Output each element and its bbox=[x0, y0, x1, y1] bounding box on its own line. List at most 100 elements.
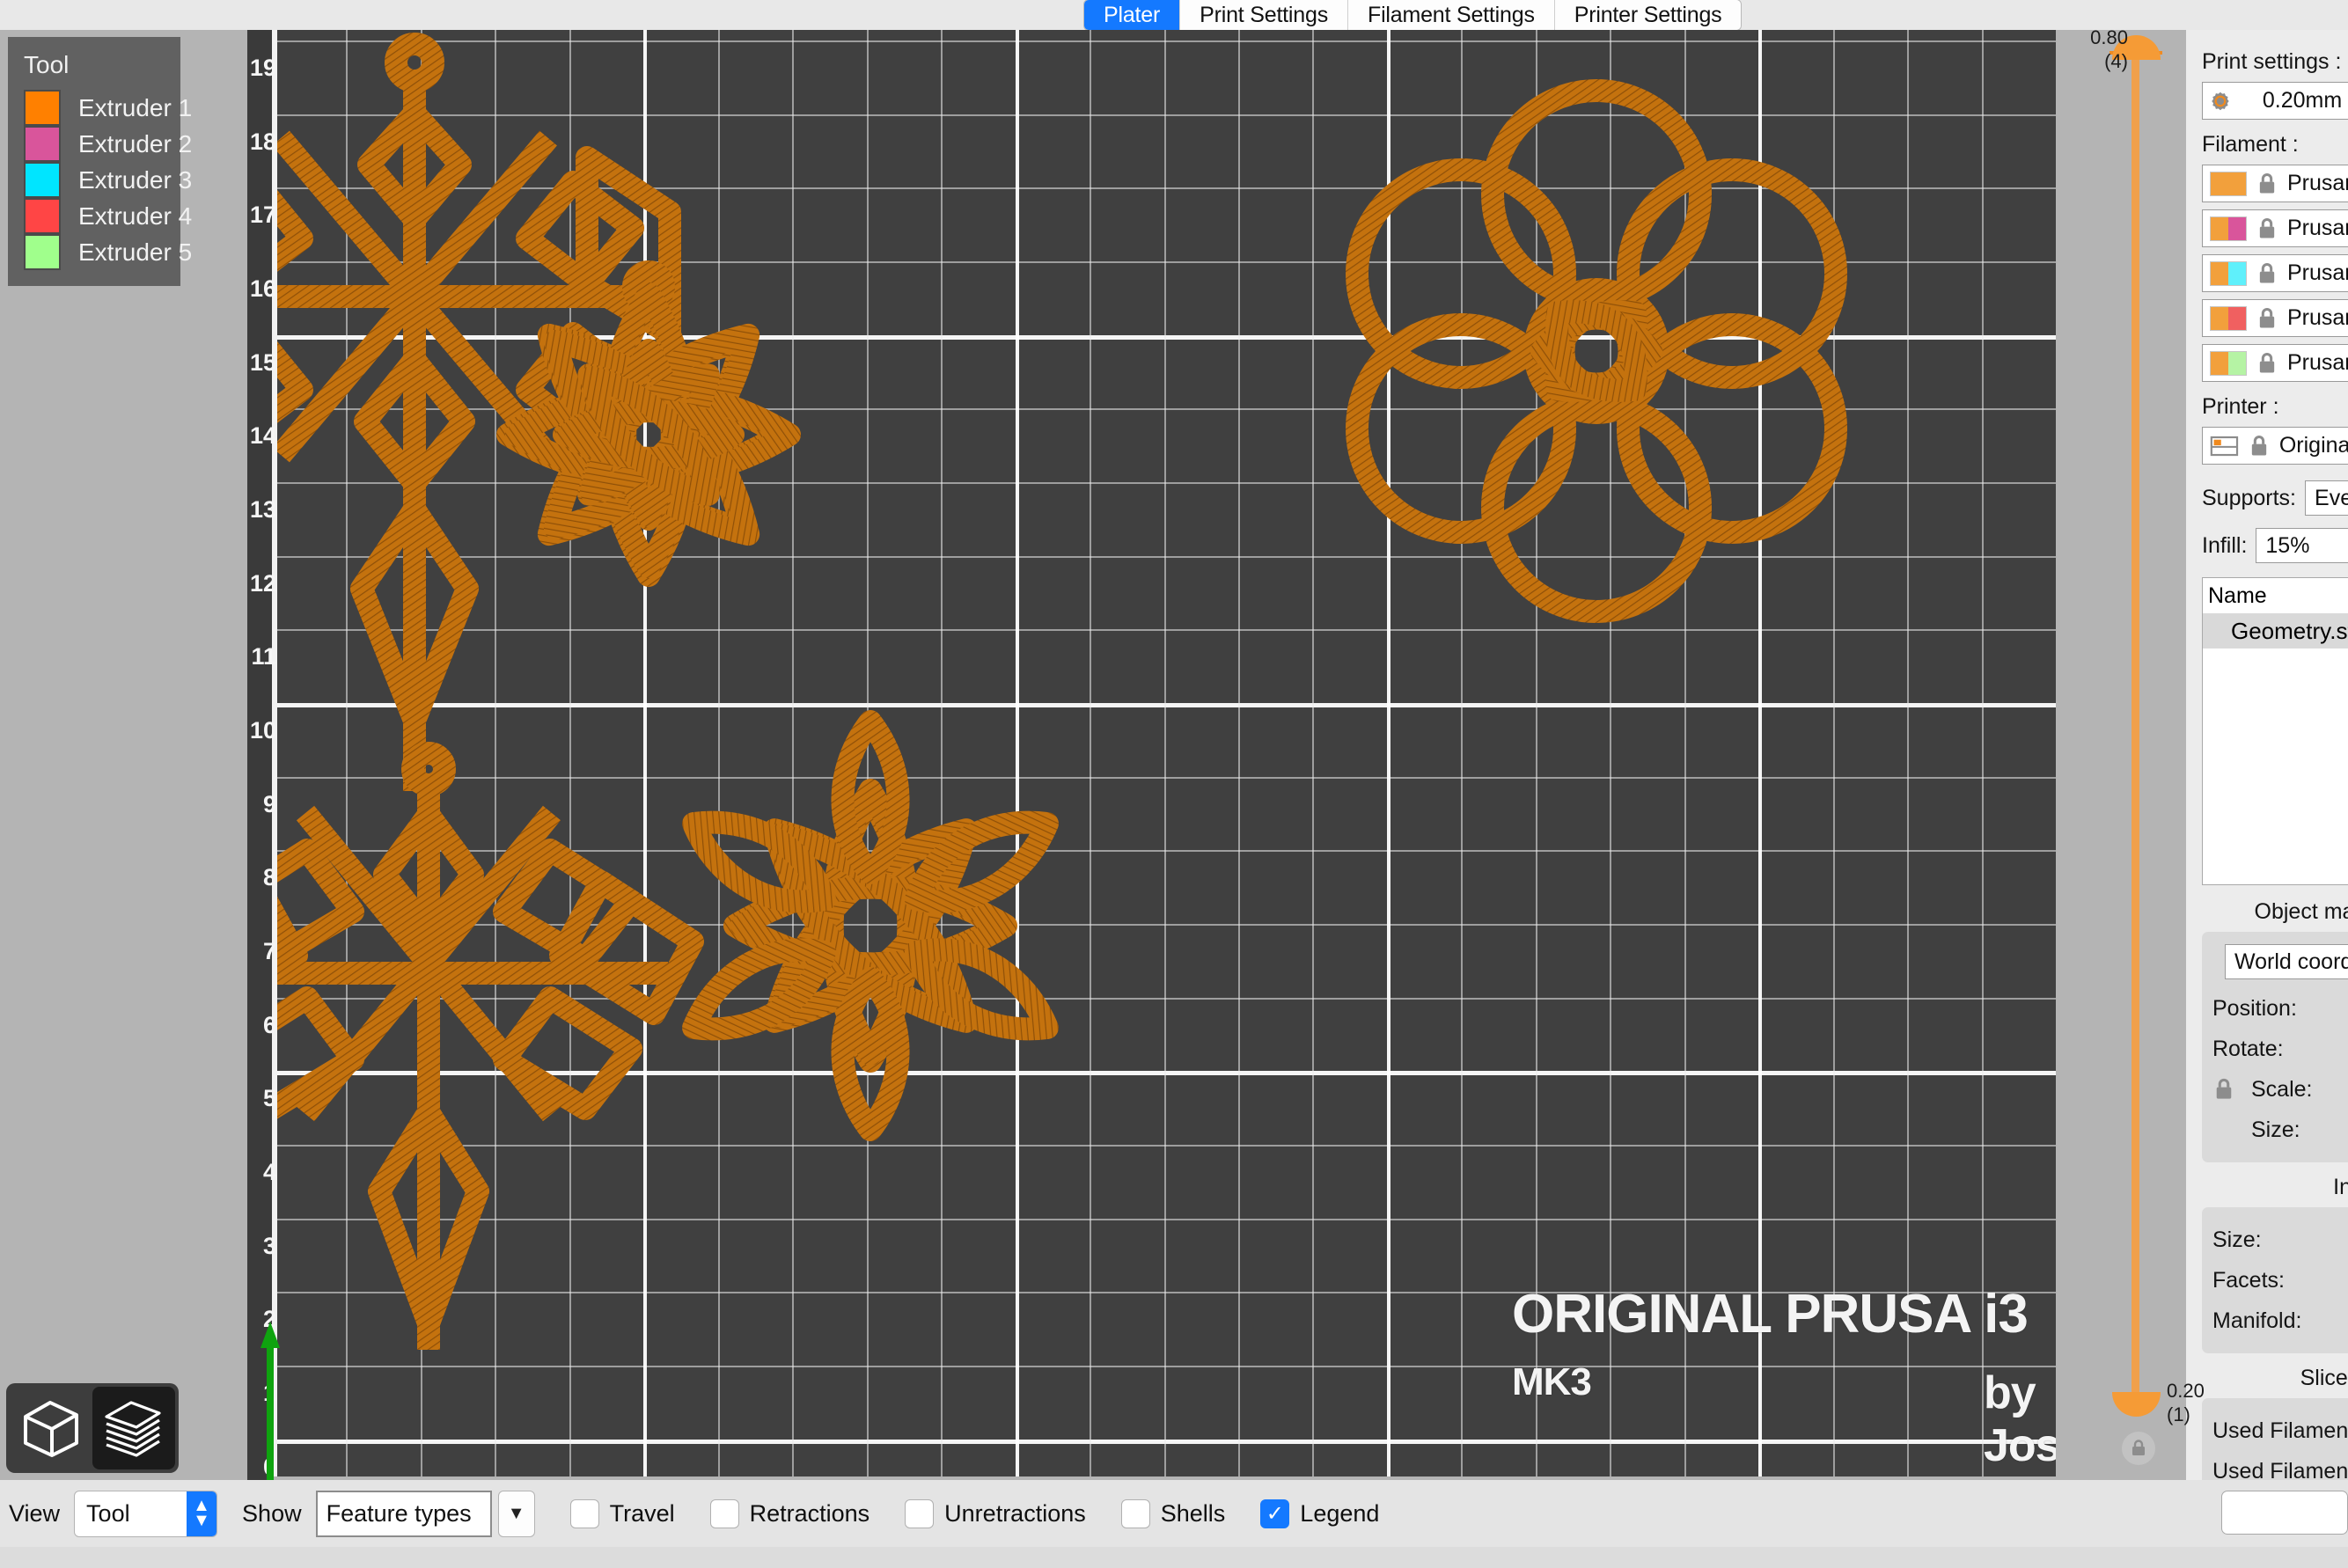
printer-icon bbox=[2210, 436, 2239, 456]
lock-icon bbox=[2259, 172, 2275, 193]
view-label: View bbox=[9, 1499, 61, 1527]
preview-toolbar-controls: View Tool ▲ ▼ Show Feature types ▼ Travel Retrac… bbox=[0, 1480, 1379, 1547]
info-manifold-label: Manifold: bbox=[2212, 1308, 2302, 1333]
sliced-model-toolpaths[interactable] bbox=[272, 30, 2056, 1476]
filament-color-swatch bbox=[2210, 260, 2247, 286]
y-axis-tick-label: 9 bbox=[262, 790, 276, 817]
checkbox-box[interactable] bbox=[905, 1498, 935, 1528]
export-button[interactable] bbox=[2221, 1491, 2348, 1535]
layers-icon bbox=[105, 1401, 161, 1457]
tab-plater[interactable]: Plater bbox=[1084, 0, 1181, 30]
y-axis-tick-label: 15 bbox=[249, 348, 276, 376]
print-settings-value: 0.20mm QUALITY MK3 bbox=[2262, 88, 2348, 113]
filament-combo[interactable]: Prusament PLA bbox=[2202, 254, 2348, 292]
filament-value: Prusament PLA bbox=[2287, 171, 2348, 195]
layer-slider-bottom-label: 0.20 (1) bbox=[2167, 1380, 2205, 1425]
position-label: Position: bbox=[2212, 995, 2297, 1021]
layers-icon-button[interactable] bbox=[92, 1387, 175, 1469]
layer-slider[interactable]: 0.80 (4) 0.20 (1) bbox=[2090, 26, 2205, 1480]
infill-select[interactable]: 15% bbox=[2256, 528, 2348, 563]
right-sidebar: Print settings : 0.20mm QUALITY MK3 Fila… bbox=[2186, 30, 2348, 1544]
object-list-table: Name Geometry.stl bbox=[2202, 577, 2348, 885]
lock-icon[interactable] bbox=[2212, 1076, 2235, 1103]
lock-icon bbox=[2132, 1440, 2145, 1455]
layer-slider-lock-button[interactable] bbox=[2122, 1432, 2155, 1465]
checkbox-label: Shells bbox=[1160, 1499, 1226, 1527]
print-bed[interactable]: ORIGINAL PRUSA i3 MK3by Josef Prusa bbox=[272, 30, 2056, 1476]
filament-label: Filament : bbox=[2202, 132, 2299, 157]
legend-item-label: Extruder 1 bbox=[78, 93, 193, 121]
cube-icon-button[interactable] bbox=[10, 1387, 92, 1469]
object-list-header: Name bbox=[2208, 583, 2267, 608]
stepper-arrows-icon[interactable]: ▲ ▼ bbox=[187, 1491, 217, 1536]
chevron-down-icon[interactable]: ▼ bbox=[497, 1490, 535, 1537]
filament-value: Prusament PLA bbox=[2287, 350, 2348, 375]
view-mode-toggle[interactable] bbox=[6, 1383, 179, 1473]
legend-color-swatch bbox=[24, 162, 61, 198]
y-axis-tick-label: 10 bbox=[249, 716, 276, 744]
lock-icon bbox=[2259, 307, 2275, 327]
info-panel: Size: Facets: Manifold: bbox=[2202, 1207, 2348, 1353]
y-axis-arrow-icon bbox=[260, 1322, 280, 1480]
y-axis-tick-label: 16 bbox=[249, 275, 276, 302]
tab-print-settings[interactable]: Print Settings bbox=[1180, 0, 1348, 30]
checkbox-shells[interactable]: Shells bbox=[1120, 1498, 1226, 1528]
y-axis-tick-label: 13 bbox=[249, 495, 276, 523]
printer-label: Printer : bbox=[2202, 394, 2279, 419]
view-select[interactable]: Tool ▲ ▼ bbox=[74, 1490, 218, 1537]
checkbox-box[interactable] bbox=[709, 1498, 739, 1528]
checkbox-label: Unretractions bbox=[944, 1499, 1086, 1527]
legend-item: Extruder 5 bbox=[24, 234, 192, 270]
legend-item-label: Extruder 5 bbox=[78, 238, 193, 266]
legend-items: Extruder 1 Extruder 2 Extruder 3 Extruder 4… bbox=[24, 90, 192, 270]
checkbox-travel[interactable]: Travel bbox=[569, 1498, 675, 1528]
checkbox-box[interactable] bbox=[1120, 1498, 1150, 1528]
checkbox-legend[interactable]: ✓ Legend bbox=[1260, 1498, 1379, 1528]
show-select[interactable]: Feature types bbox=[315, 1490, 492, 1537]
y-axis-tick-label: 18 bbox=[249, 128, 276, 155]
filament-combo[interactable]: Prusament PLA bbox=[2202, 165, 2348, 202]
layer-slider-track[interactable] bbox=[2132, 56, 2139, 1403]
tab-filament-settings[interactable]: Filament Settings bbox=[1348, 0, 1555, 30]
layer-slider-bottom-handle[interactable] bbox=[2112, 1392, 2161, 1417]
y-axis-tick-label: 14 bbox=[249, 422, 276, 450]
printer-combo[interactable]: Original Prusa i3 MK3 bbox=[2202, 427, 2348, 465]
tab-bar: Plater Print Settings Filament Settings Pri… bbox=[0, 0, 2348, 30]
print-settings-combo[interactable]: 0.20mm QUALITY MK3 bbox=[2202, 82, 2348, 120]
filament-combo[interactable]: Prusament PLA bbox=[2202, 299, 2348, 337]
object-list-row[interactable]: Geometry.stl bbox=[2203, 613, 2348, 648]
view-select-value: Tool bbox=[86, 1499, 130, 1527]
scale-label: Scale: bbox=[2251, 1076, 2313, 1102]
checkbox-label: Travel bbox=[609, 1499, 675, 1527]
filament-value: Prusament PLA bbox=[2287, 260, 2348, 285]
checkbox-retractions[interactable]: Retractions bbox=[709, 1498, 869, 1528]
info-size-label: Size: bbox=[2212, 1227, 2262, 1252]
coord-system-select[interactable]: World coordinates bbox=[2225, 944, 2348, 979]
cube-icon bbox=[24, 1401, 78, 1457]
scale-row: Scale: bbox=[2212, 1069, 2348, 1110]
lock-icon bbox=[2251, 435, 2267, 455]
lock-icon bbox=[2259, 352, 2275, 372]
legend-color-swatch bbox=[24, 126, 61, 162]
filament-value: Prusament PLA bbox=[2287, 216, 2348, 240]
object-list-body[interactable] bbox=[2203, 648, 2348, 884]
supports-select[interactable]: Everywhere bbox=[2305, 480, 2348, 516]
y-axis-tick-label: 19 bbox=[249, 55, 276, 81]
filament-combo[interactable]: Prusament PLA bbox=[2202, 209, 2348, 247]
legend-color-swatch bbox=[24, 90, 61, 126]
legend-item-label: Extruder 2 bbox=[78, 129, 193, 158]
3d-viewport[interactable]: ORIGINAL PRUSA i3 MK3by Josef Prusa 19 18… bbox=[0, 30, 2186, 1480]
gear-icon bbox=[2212, 92, 2229, 110]
checkbox-box[interactable] bbox=[569, 1498, 599, 1528]
checkbox-unretractions[interactable]: Unretractions bbox=[905, 1498, 1086, 1528]
checkbox-box[interactable]: ✓ bbox=[1260, 1498, 1290, 1528]
main-tabs: Plater Print Settings Filament Settings Pri… bbox=[1084, 0, 1742, 30]
y-axis-tick-label: 12 bbox=[249, 569, 276, 597]
tab-printer-settings[interactable]: Printer Settings bbox=[1554, 0, 1742, 30]
y-axis-tick-label: 4 bbox=[262, 1158, 276, 1185]
filament-color-swatch bbox=[2210, 305, 2247, 331]
filament-combo[interactable]: Prusament PLA bbox=[2202, 344, 2348, 382]
object-manipulation-panel: World coordinates Position: Rotate: Scal… bbox=[2202, 932, 2348, 1162]
infill-row: Infill: 15% bbox=[2202, 528, 2348, 563]
legend-title: Tool bbox=[24, 51, 70, 78]
